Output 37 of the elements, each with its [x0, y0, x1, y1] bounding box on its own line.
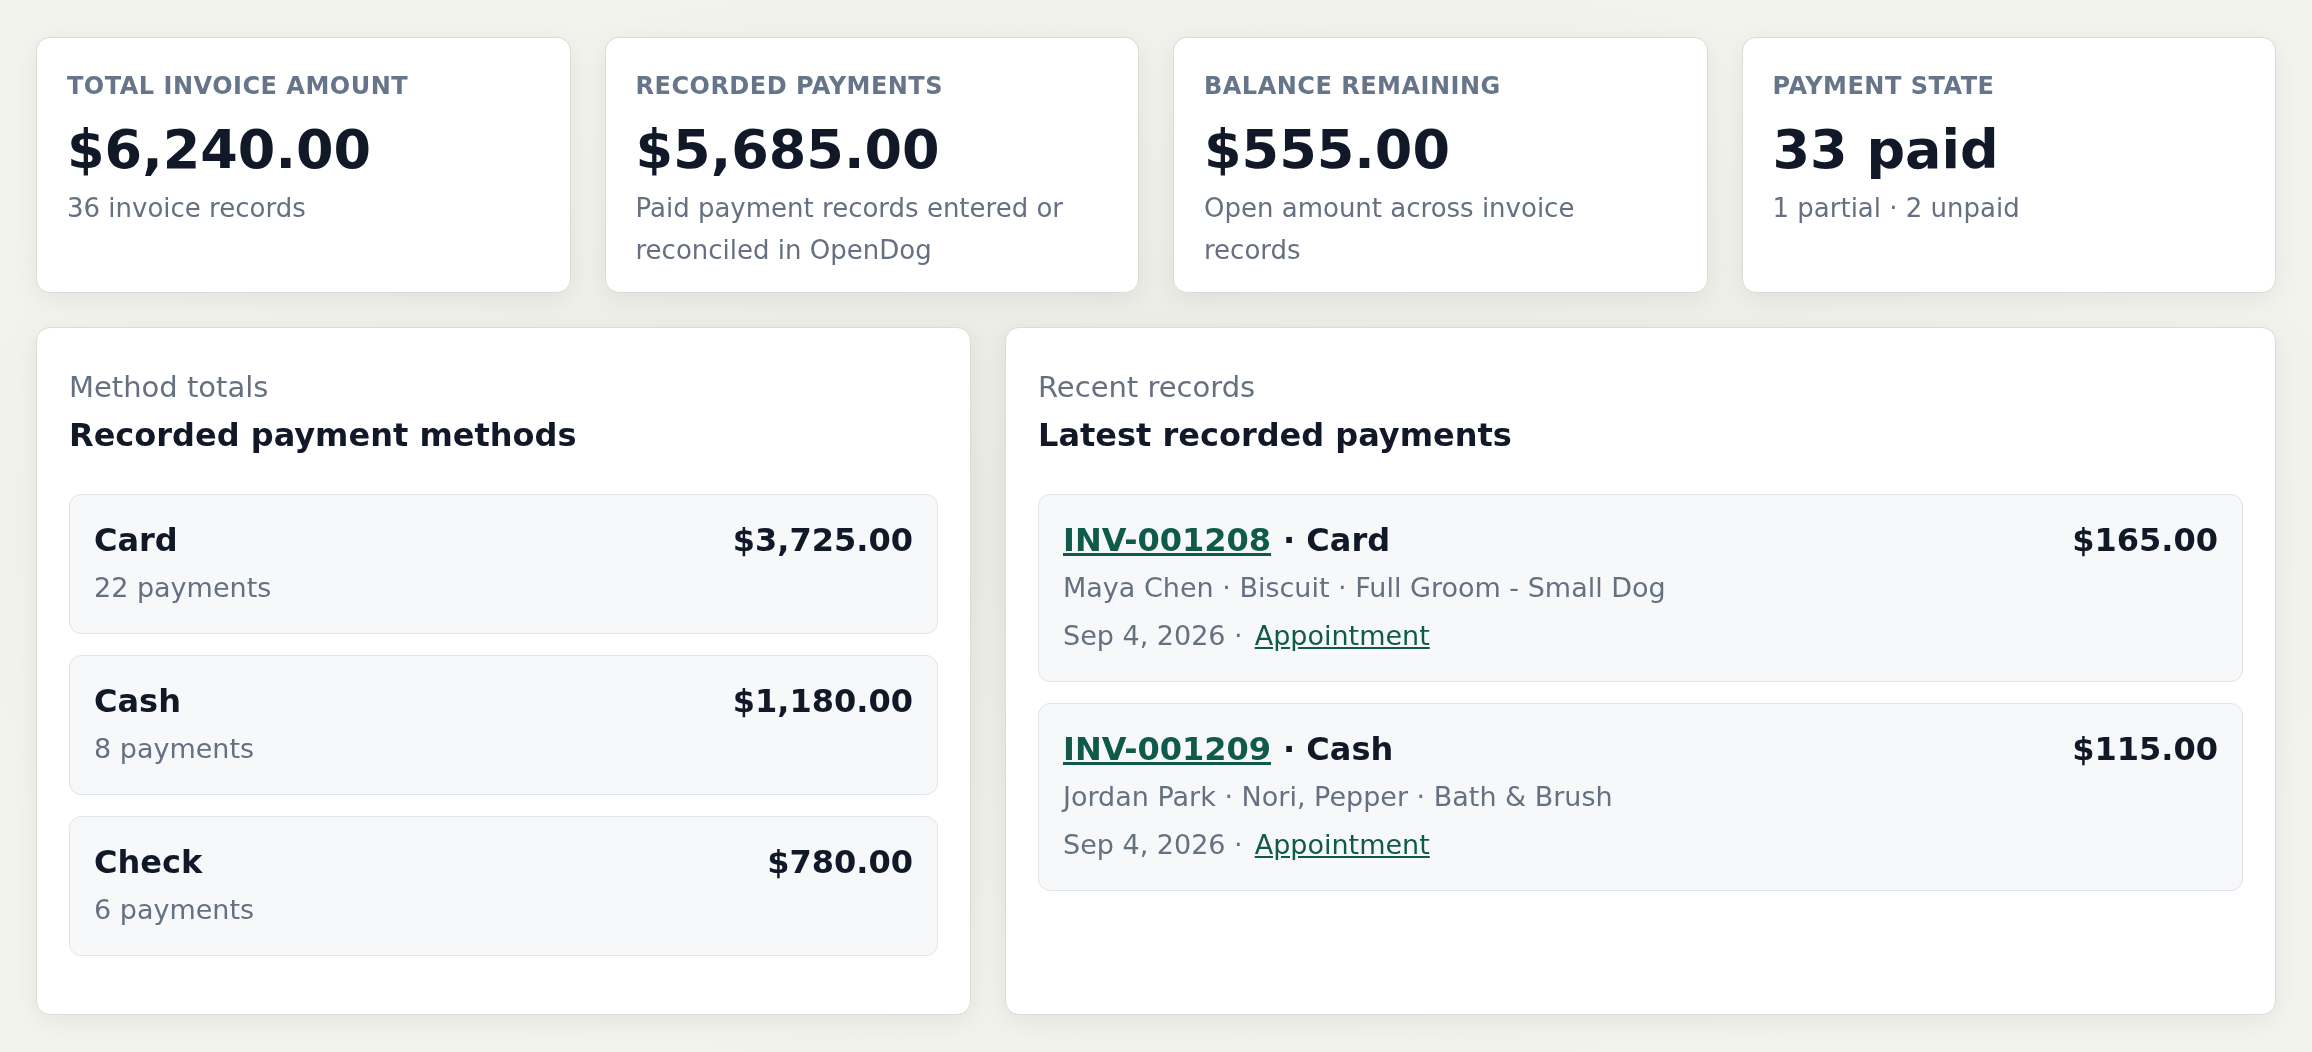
payment-date: Sep 4, 2026 ·: [1063, 828, 1243, 862]
stat-label: TOTAL INVOICE AMOUNT: [67, 72, 410, 100]
invoice-link[interactable]: INV-001209: [1063, 730, 1271, 768]
stat-note: 36 invoice records: [67, 192, 307, 226]
appointment-link[interactable]: Appointment: [1254, 829, 1430, 860]
stat-value: 33 paid: [1772, 120, 2000, 180]
payment-amount: $165.00: [2072, 521, 2218, 559]
stat-label: BALANCE REMAINING: [1204, 72, 1502, 100]
stat-note: 1 partial · 2 unpaid: [1772, 192, 2021, 226]
invoice-link[interactable]: INV-001208: [1063, 521, 1271, 559]
stat-note: Open amount across invoice records: [1204, 192, 1576, 268]
stat-value: $5,685.00: [635, 120, 941, 180]
stat-note: Paid payment records entered or reconciled in OpenDog: [635, 192, 1065, 268]
method-amount: $780.00: [767, 843, 913, 881]
method-count: 6 payments: [94, 893, 256, 927]
method-count: 22 payments: [94, 571, 273, 605]
panel-title: Recorded payment methods: [69, 416, 578, 454]
stat-value: $555.00: [1204, 120, 1451, 180]
payment-method: · Cash: [1283, 730, 1394, 768]
payment-amount: $115.00: [2072, 730, 2218, 768]
payment-details: Jordan Park · Nori, Pepper · Bath & Brush: [1063, 780, 1614, 814]
method-amount: $1,180.00: [732, 682, 913, 720]
payment-details: Maya Chen · Biscuit · Full Groom - Small Dog: [1063, 571, 1667, 605]
payment-method: · Card: [1283, 521, 1391, 559]
panel-eyebrow: Method totals: [69, 370, 270, 404]
method-count: 8 payments: [94, 732, 256, 766]
stat-label: PAYMENT STATE: [1772, 72, 1996, 100]
panel-title: Latest recorded payments: [1038, 416, 1513, 454]
method-name: Cash: [94, 682, 181, 720]
method-name: Check: [94, 843, 203, 881]
method-name: Card: [94, 521, 178, 559]
appointment-link[interactable]: Appointment: [1254, 620, 1430, 651]
stat-value: $6,240.00: [67, 120, 373, 180]
method-amount: $3,725.00: [732, 521, 913, 559]
panel-eyebrow: Recent records: [1038, 370, 1257, 404]
stat-label: RECORDED PAYMENTS: [635, 72, 945, 100]
payment-date: Sep 4, 2026 ·: [1063, 619, 1243, 653]
